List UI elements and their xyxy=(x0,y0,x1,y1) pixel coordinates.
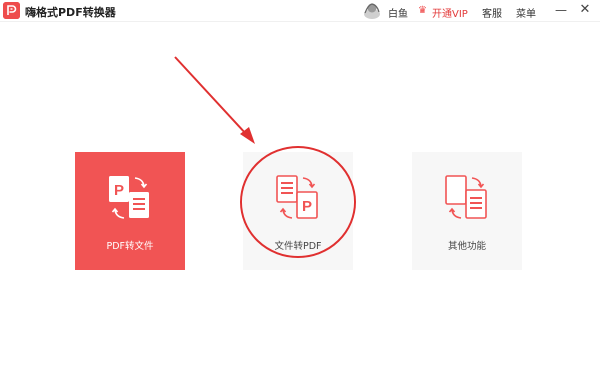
user-avatar-icon[interactable] xyxy=(362,2,382,20)
pdf-to-file-card[interactable]: P PDF转文件 xyxy=(75,152,185,270)
file-to-pdf-card[interactable]: P 文件转PDF xyxy=(243,152,353,270)
file-to-pdf-label: 文件转PDF xyxy=(274,241,322,252)
customer-service-link[interactable]: 客服 xyxy=(482,5,502,20)
file-to-pdf-icon: P xyxy=(273,172,325,224)
svg-text:P: P xyxy=(114,182,124,199)
app-title: 嗨格式PDF转换器 xyxy=(25,6,116,19)
minimize-button[interactable]: — xyxy=(554,4,568,18)
menu-link[interactable]: 菜单 xyxy=(516,5,536,20)
open-vip-link[interactable]: 开通VIP xyxy=(432,5,468,20)
pdf-to-file-icon: P xyxy=(105,172,157,224)
annotation-arrow-head xyxy=(240,127,255,144)
other-functions-icon xyxy=(442,172,494,224)
close-button[interactable]: ✕ xyxy=(578,3,592,17)
app-logo-icon xyxy=(3,2,20,19)
pdf-to-file-label: PDF转文件 xyxy=(106,241,154,252)
svg-text:P: P xyxy=(302,198,312,215)
username-label[interactable]: 白鱼 xyxy=(388,5,408,20)
other-functions-label: 其他功能 xyxy=(447,241,486,252)
vip-crown-icon: ♛ xyxy=(418,5,427,16)
other-functions-card[interactable]: 其他功能 xyxy=(412,152,522,270)
annotation-arrow-line xyxy=(174,56,248,136)
title-bar: 嗨格式PDF转换器 白鱼 ♛ 开通VIP 客服 菜单 — ✕ xyxy=(0,0,600,22)
app-window: 嗨格式PDF转换器 白鱼 ♛ 开通VIP 客服 菜单 — ✕ P PDF转文件 … xyxy=(0,0,600,384)
